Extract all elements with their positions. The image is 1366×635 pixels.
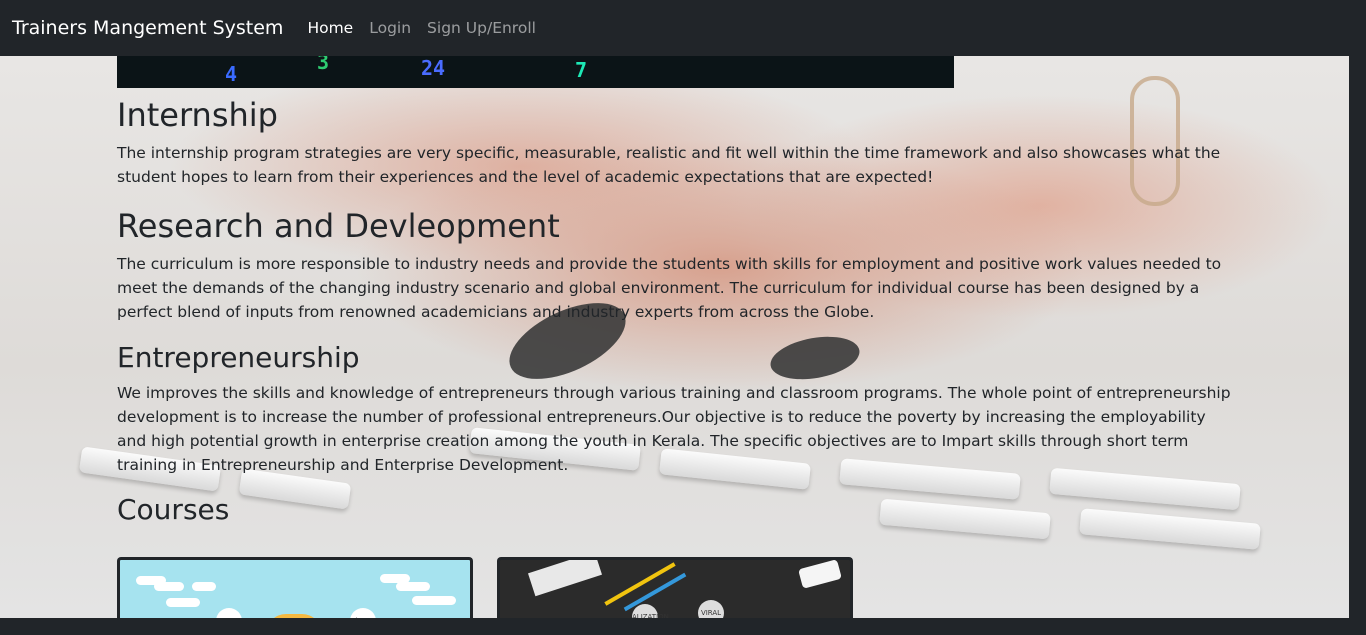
opencv-logo-icon: OpenCV <box>216 608 244 618</box>
brand-title[interactable]: Trainers Mangement System <box>12 17 283 39</box>
cloud-shape <box>396 582 430 591</box>
banner-image-strip: 4 3 24 7 <box>117 56 954 88</box>
cloud-shape <box>412 596 456 605</box>
cloud-shape <box>166 598 200 607</box>
section-body-research: The curriculum is more responsible to in… <box>117 255 1222 321</box>
courses-title: Courses <box>117 493 230 526</box>
visualization-logo-icon: ALIZATION <box>632 604 669 618</box>
cloud-shape <box>192 582 216 591</box>
cloud-shape <box>154 582 184 591</box>
nav-link-signup[interactable]: Sign Up/Enroll <box>427 19 536 37</box>
section-title-entrepreneurship: Entrepreneurship <box>117 341 360 374</box>
pencil-icon <box>623 572 687 612</box>
banner-digit: 4 <box>225 62 238 86</box>
section-title-internship: Internship <box>117 96 278 134</box>
nav-link-login[interactable]: Login <box>369 19 411 37</box>
course-card[interactable]: ALIZATION VIRAL <box>497 557 853 618</box>
keyboard-icon <box>528 560 602 597</box>
fingernail-shape <box>767 330 863 386</box>
section-body-internship: The internship program strategies are ve… <box>117 144 1221 186</box>
phone-icon <box>798 560 842 589</box>
course-card[interactable]: OpenCV java <box>117 557 473 618</box>
hero-background: 4 3 24 7 Internship The internship progr… <box>0 56 1349 618</box>
banner-digit: 24 <box>421 56 446 80</box>
section-title-research: Research and Devleopment <box>117 207 560 245</box>
keyboard-key <box>879 498 1051 540</box>
banner-digit: 3 <box>317 56 330 74</box>
section-body-entrepreneurship: We improves the skills and knowledge of … <box>117 384 1231 474</box>
footer-bar <box>0 618 1366 635</box>
viral-logo-icon: VIRAL <box>698 600 724 618</box>
keyboard-key <box>1079 508 1261 550</box>
banner-digit: 7 <box>575 58 588 82</box>
nav-link-home[interactable]: Home <box>307 19 353 37</box>
top-navbar: Trainers Mangement System Home Login Sig… <box>0 0 1366 56</box>
java-logo-icon: java <box>350 608 376 618</box>
